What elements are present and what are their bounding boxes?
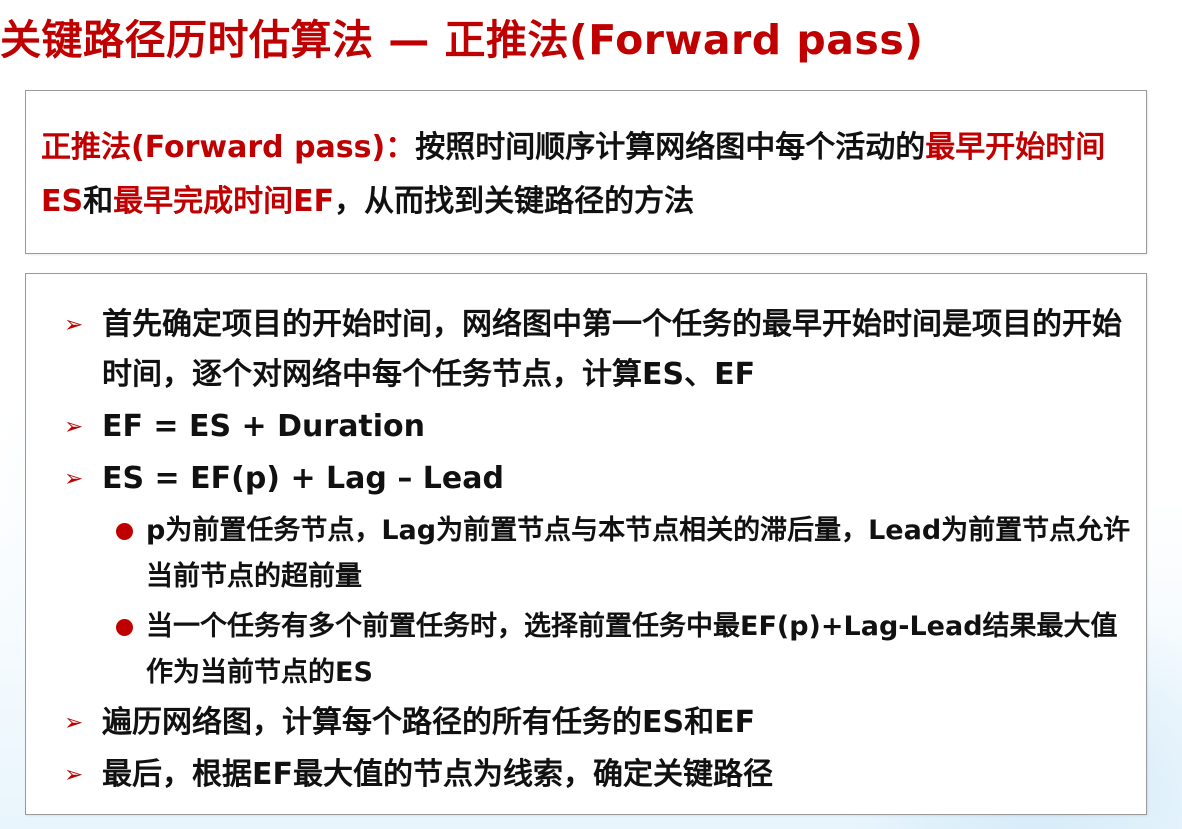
list-item-text: ES = EF(p) + Lag – Lead	[102, 461, 504, 496]
definition-box: 正推法(Forward pass)：按照时间顺序计算网络图中每个活动的最早开始时…	[25, 90, 1147, 254]
definition-term: 正推法(Forward pass)：	[41, 130, 416, 165]
arrow-bullet-icon: ➢	[64, 710, 84, 736]
slide-title: 关键路径历时估算法 — 正推法(Forward pass)	[0, 16, 924, 64]
list-item-text: 遍历网络图，计算每个路径的所有任务的ES和EF	[102, 705, 756, 740]
definition-highlight-ef: 最早完成时间EF	[113, 184, 335, 219]
dot-bullet-icon	[116, 619, 133, 636]
list-item-text: 首先确定项目的开始时间，网络图中第一个任务的最早开始时间是项目的开始时间，逐个对…	[102, 307, 1122, 392]
arrow-bullet-icon: ➢	[64, 466, 84, 492]
list-item: ➢ 首先确定项目的开始时间，网络图中第一个任务的最早开始时间是项目的开始时间，逐…	[64, 300, 1144, 400]
sub-list-item: 当一个任务有多个前置任务时，选择前置任务中最EF(p)+Lag-Lead结果最大…	[114, 604, 1144, 696]
definition-text-a: 按照时间顺序计算网络图中每个活动的	[415, 130, 926, 165]
definition-text-c: ，从而找到关键路径的方法	[334, 184, 695, 219]
list-item-text: 最后，根据EF最大值的节点为线索，确定关键路径	[102, 757, 773, 792]
dot-bullet-icon	[116, 523, 133, 540]
definition-text: 正推法(Forward pass)：按照时间顺序计算网络图中每个活动的最早开始时…	[41, 121, 1131, 229]
list-item: ➢ 最后，根据EF最大值的节点为线索，确定关键路径	[64, 750, 1144, 800]
steps-box: ➢ 首先确定项目的开始时间，网络图中第一个任务的最早开始时间是项目的开始时间，逐…	[25, 273, 1147, 815]
sub-list-item-text: p为前置任务节点，Lag为前置节点与本节点相关的滞后量，Lead为前置节点允许当…	[146, 515, 1131, 592]
arrow-bullet-icon: ➢	[64, 414, 84, 440]
list-item: ➢ EF = ES + Duration	[64, 402, 1144, 452]
list-item: ➢ 遍历网络图，计算每个路径的所有任务的ES和EF	[64, 698, 1144, 748]
definition-text-b: 和	[83, 184, 114, 219]
list-item-text: EF = ES + Duration	[102, 409, 426, 444]
arrow-bullet-icon: ➢	[64, 762, 84, 788]
list-item: ➢ ES = EF(p) + Lag – Lead	[64, 454, 1144, 504]
arrow-bullet-icon: ➢	[64, 312, 84, 338]
sub-list-item: p为前置任务节点，Lag为前置节点与本节点相关的滞后量，Lead为前置节点允许当…	[114, 508, 1144, 600]
sub-list-item-text: 当一个任务有多个前置任务时，选择前置任务中最EF(p)+Lag-Lead结果最大…	[146, 611, 1118, 688]
